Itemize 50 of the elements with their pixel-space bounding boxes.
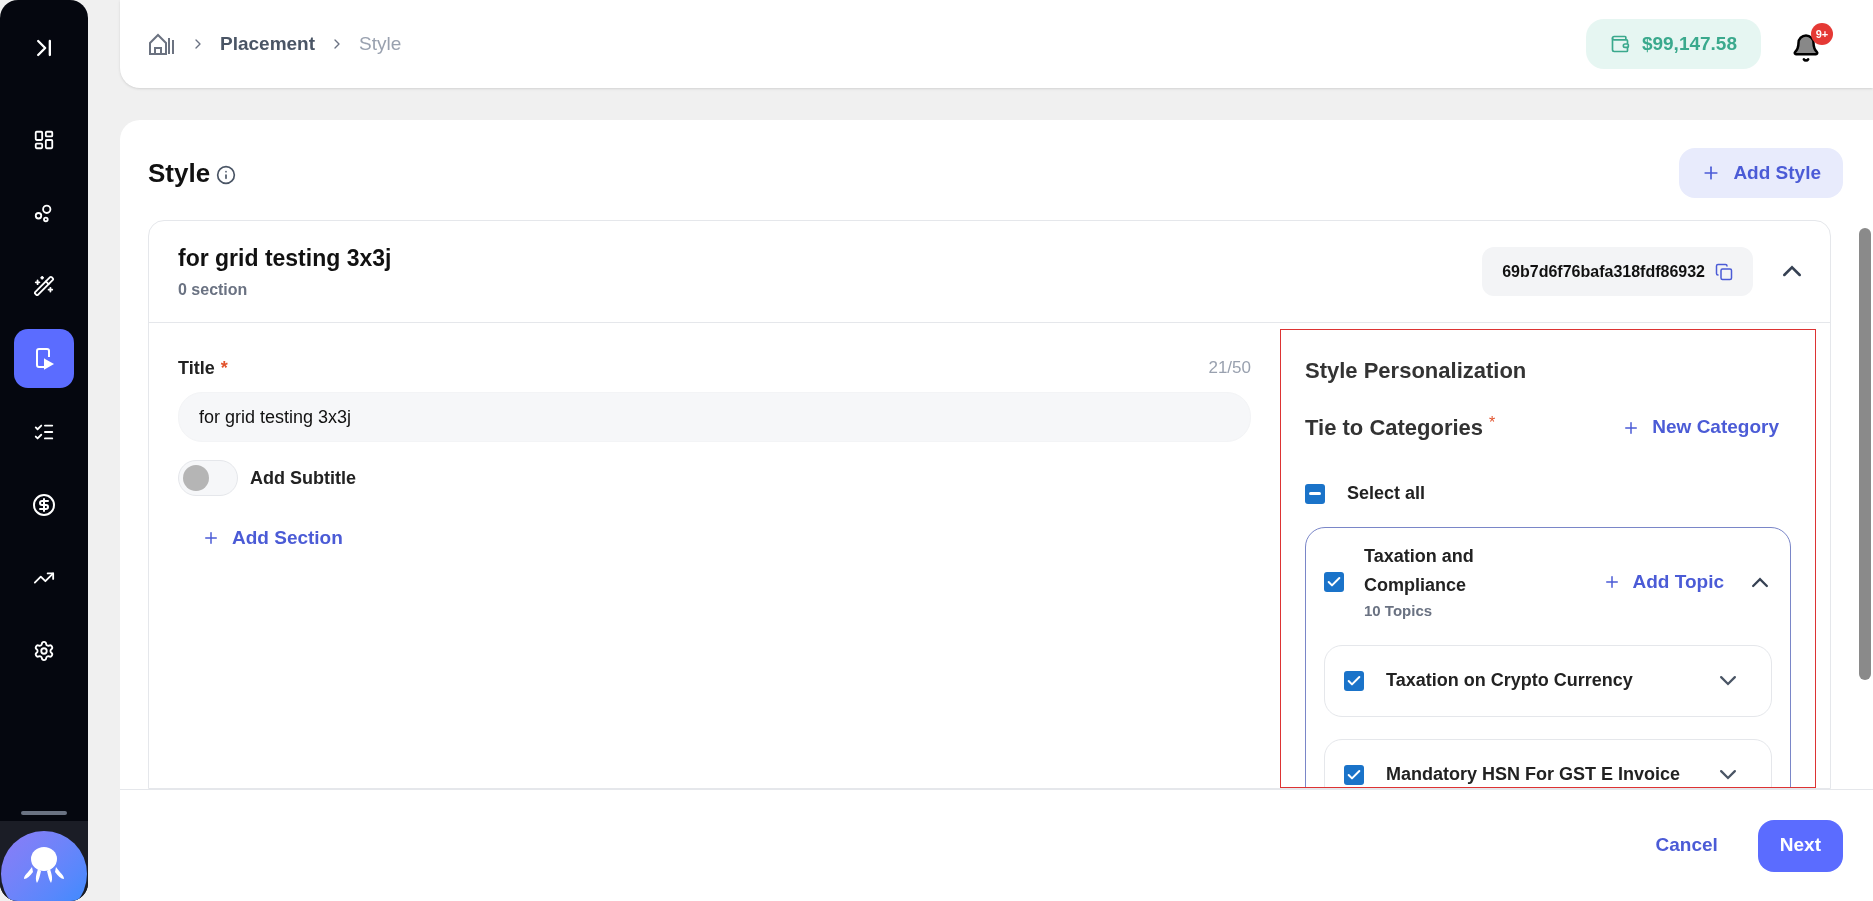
checkbox[interactable] — [1324, 572, 1344, 593]
add-section-button[interactable]: Add Section — [202, 524, 343, 553]
collapse-button[interactable] — [1783, 266, 1801, 277]
topic-name: Taxation on Crypto Currency — [1386, 669, 1633, 692]
settings-icon — [33, 639, 55, 662]
topic-row[interactable]: Taxation on Crypto Currency — [1324, 644, 1772, 717]
dollar-icon — [32, 492, 56, 517]
chevron-down-icon — [1720, 769, 1736, 780]
required-mark: * — [1489, 413, 1496, 433]
toggle-label: Add Subtitle — [250, 466, 356, 490]
copy-icon[interactable] — [1715, 262, 1733, 281]
cancel-button[interactable]: Cancel — [1655, 831, 1718, 860]
select-all-label: Select all — [1347, 482, 1426, 505]
chevron-up-icon — [1752, 577, 1768, 587]
required-mark: * — [220, 357, 228, 380]
category-toggle-button[interactable] — [1752, 577, 1768, 587]
home-icon[interactable] — [148, 32, 176, 56]
notification-button[interactable]: 9+ — [1789, 23, 1833, 65]
next-button[interactable]: Next — [1757, 819, 1843, 872]
card-subtitle: 0 section — [178, 279, 249, 300]
info-icon[interactable] — [216, 165, 237, 185]
notification-badge: 9+ — [1811, 23, 1833, 45]
category-name: Taxation and Compliance — [1364, 545, 1475, 597]
character-counter: 21/50 — [1208, 357, 1251, 379]
checkbox[interactable] — [1344, 670, 1364, 691]
chevron-up-icon — [1783, 266, 1801, 277]
add-style-button[interactable]: Add Style — [1679, 148, 1843, 198]
title-input[interactable]: for grid testing 3x3j — [178, 392, 1251, 442]
categories-label: Tie to Categories — [1305, 414, 1484, 442]
checkbox[interactable] — [1344, 764, 1364, 785]
add-topic-button[interactable]: Add Topic — [1602, 568, 1724, 597]
magic-wand-icon — [33, 274, 55, 297]
id-text: 69b7d6f76bafa318fdf86932 — [1502, 261, 1705, 282]
topic-row[interactable]: Mandatory HSN For GST E Invoice — [1324, 738, 1772, 787]
subtitle-toggle[interactable] — [178, 460, 238, 496]
topic-count: 10 Topics — [1364, 601, 1434, 621]
wallet-icon — [1609, 34, 1630, 54]
topic-name: Mandatory HSN For GST E Invoice — [1386, 763, 1681, 786]
breadcrumb-link[interactable]: Placement — [220, 29, 316, 59]
checkbox[interactable] — [1305, 483, 1325, 504]
panel-heading: Style Personalization — [1305, 357, 1528, 385]
dashboard-icon — [33, 128, 55, 151]
sidebar-item[interactable] — [14, 329, 74, 388]
page-title: Style — [148, 156, 211, 190]
field-label: Title — [178, 357, 215, 380]
chevron-down-icon — [1720, 675, 1736, 686]
minus-icon — [1309, 492, 1321, 495]
card-title: for grid testing 3x3j — [178, 244, 392, 274]
octopus-avatar[interactable] — [1, 831, 87, 901]
new-category-button[interactable]: New Category — [1622, 413, 1779, 442]
